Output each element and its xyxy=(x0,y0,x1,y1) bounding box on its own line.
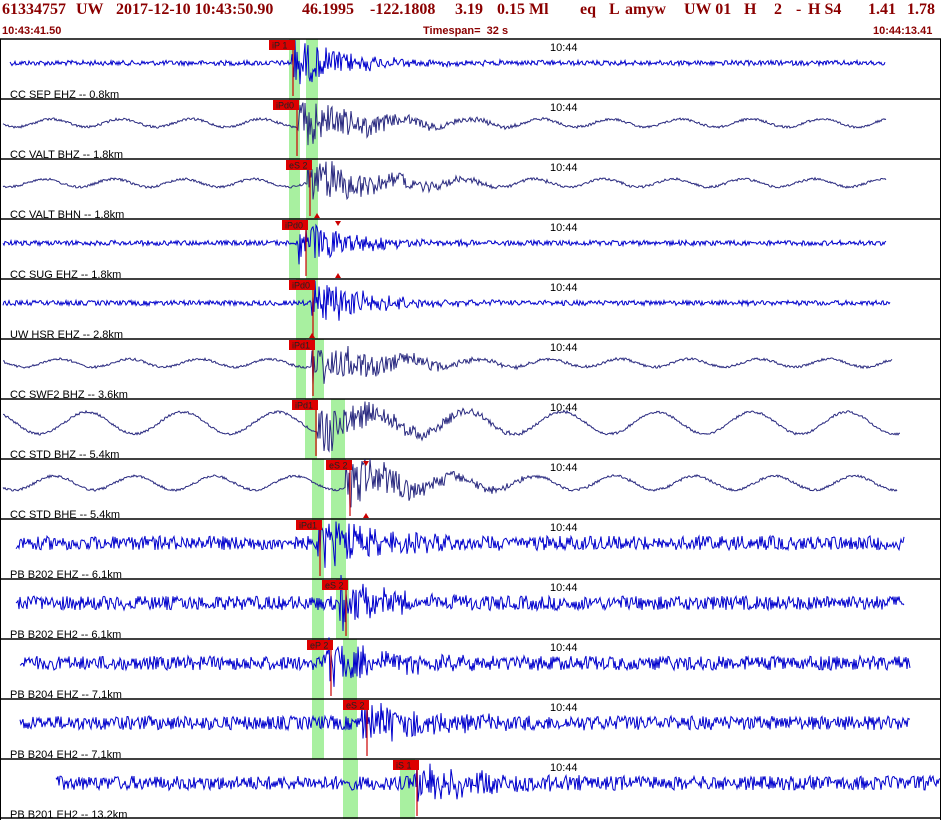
pick-label: eP 2 xyxy=(310,641,328,651)
waveform-trace xyxy=(2,159,887,201)
arrival-marker xyxy=(363,513,369,518)
waveform-trace xyxy=(55,760,941,802)
pick-label: iS 1 xyxy=(396,761,412,771)
pick-label: iPd0 xyxy=(292,281,310,291)
pick-label: eS 2 xyxy=(325,581,344,591)
trace-panel: 10:44PB B204 EHZ -- 7.1kmeP 2 xyxy=(0,637,941,701)
trace-panel: 10:44CC VALT BHZ -- 1.8kmiPd0 xyxy=(0,98,941,161)
trace-panel: 10:44CC VALT BHN -- 1.8kmeS 2 xyxy=(0,158,941,221)
pick-window-band xyxy=(343,759,358,819)
trace-panel: 10:44CC SUG EHZ -- 1.8kmiPd0 xyxy=(0,218,941,281)
trace-panel: 10:44CC SEP EHZ -- 0.8kmiP 1 xyxy=(0,38,941,101)
pick-label: iPd0 xyxy=(276,101,294,111)
pick-label: eS 2 xyxy=(329,461,348,471)
time-tick-label: 10:44 xyxy=(550,702,578,714)
time-tick-label: 10:44 xyxy=(550,102,578,114)
trace-panel: 10:44PB B202 EH2 -- 6.1kmeS 2 xyxy=(0,574,941,641)
pick-label: iPd1 xyxy=(292,341,310,351)
time-tick-label: 10:44 xyxy=(550,222,578,234)
waveform-trace xyxy=(15,574,905,632)
time-tick-label: 10:44 xyxy=(550,342,578,354)
trace-panel: 10:44UW HSR EHZ -- 2.8kmiPd0 xyxy=(0,278,941,341)
time-tick-label: 10:44 xyxy=(550,642,578,654)
waveform-trace xyxy=(19,702,911,742)
trace-panel: 10:44CC STD BHE -- 5.4kmeS 2 xyxy=(0,458,941,521)
waveform-trace xyxy=(3,401,900,453)
trace-panel: 10:44CC SWF2 BHZ -- 3.6kmiPd1 xyxy=(0,338,941,401)
pick-window-band xyxy=(312,459,324,519)
trace-panel: 10:44PB B204 EH2 -- 7.1kmeS 2 xyxy=(0,698,941,761)
pick-label: iPd1 xyxy=(295,401,313,411)
pick-label: eS 2 xyxy=(346,701,365,711)
pick-window-band xyxy=(312,699,324,759)
trace-panel: 10:44PB B202 EHZ -- 6.1kmiPd1 xyxy=(0,518,941,581)
seismogram-plot: 10:44CC SEP EHZ -- 0.8kmiP 110:44CC VALT… xyxy=(0,38,941,820)
waveform-trace xyxy=(2,280,891,321)
waveform-trace xyxy=(2,345,893,385)
pick-label: eS 2 xyxy=(289,161,308,171)
time-tick-label: 10:44 xyxy=(550,762,578,774)
time-tick-label: 10:44 xyxy=(550,162,578,174)
time-tick-label: 10:44 xyxy=(550,522,578,534)
waveform-trace xyxy=(15,521,905,568)
waveform-trace xyxy=(9,40,886,85)
arrival-marker xyxy=(335,221,341,226)
waveform-trace xyxy=(2,223,887,265)
waveform-trace xyxy=(2,102,887,146)
time-tick-label: 10:44 xyxy=(550,462,578,474)
pick-label: iPd1 xyxy=(299,521,317,531)
trace-panel: 10:44CC STD BHZ -- 5.4kmiPd1 xyxy=(0,398,941,461)
trace-panel: 10:44PB B201 EH2 -- 13.2kmiS 1 xyxy=(0,758,941,820)
waveform-trace xyxy=(2,459,898,508)
time-tick-label: 10:44 xyxy=(550,582,578,594)
pick-label: iPd0 xyxy=(285,221,303,231)
time-tick-label: 10:44 xyxy=(550,402,578,414)
pick-label: iP 1 xyxy=(272,41,287,51)
arrival-marker xyxy=(335,273,341,278)
time-tick-label: 10:44 xyxy=(550,42,578,54)
waveform-trace xyxy=(19,637,911,687)
time-tick-label: 10:44 xyxy=(550,282,578,294)
